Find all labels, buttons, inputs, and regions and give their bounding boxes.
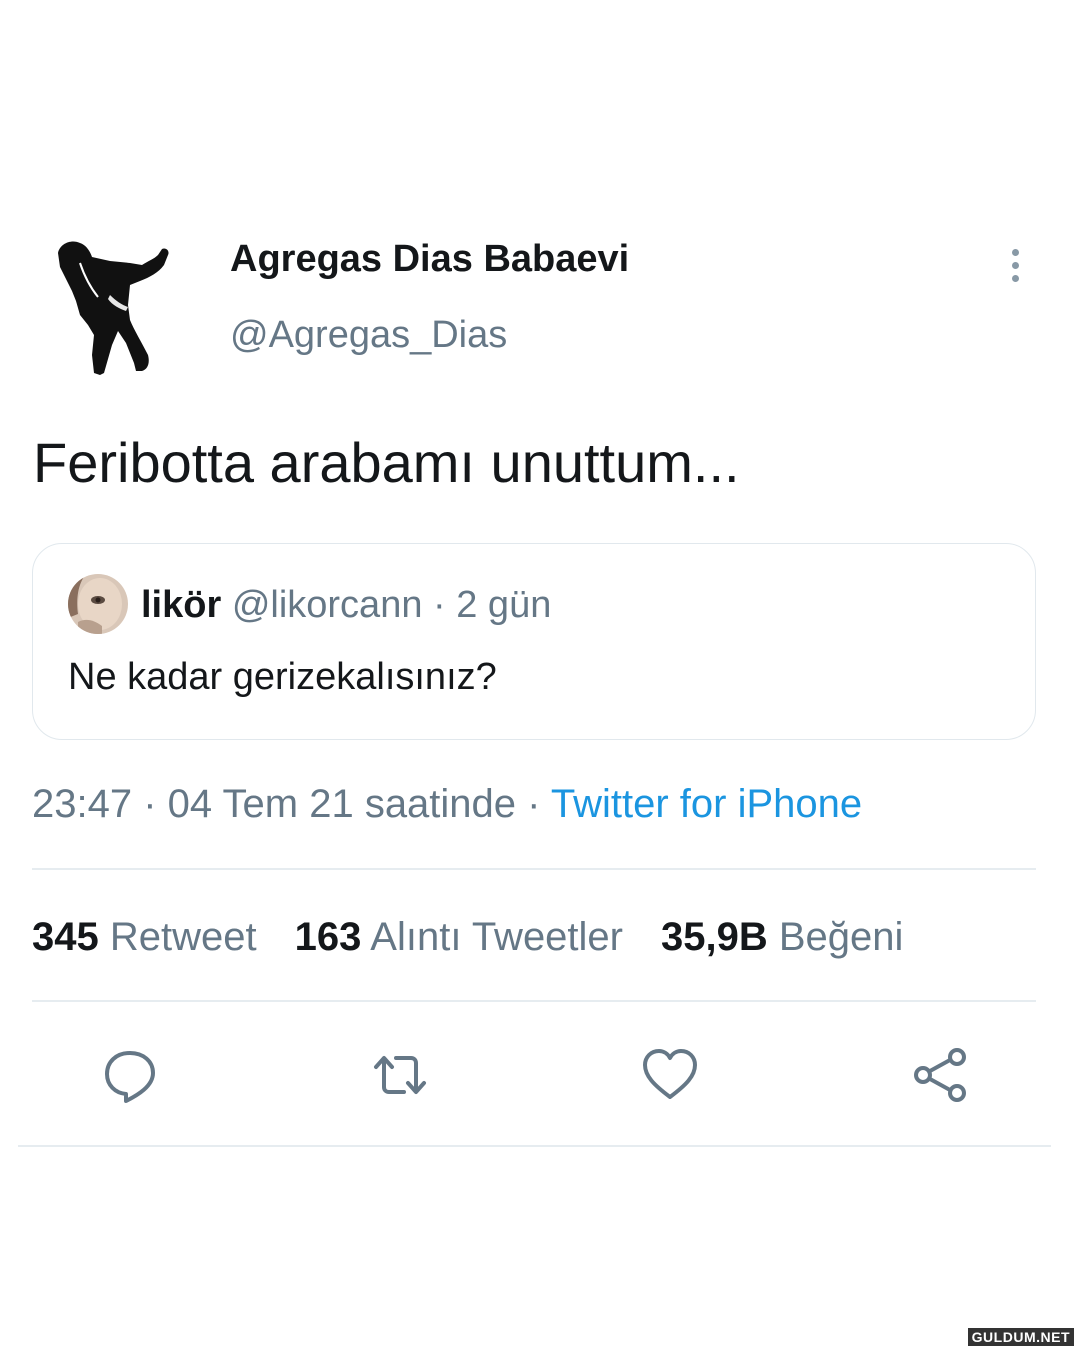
tweet-meta: 23:47 · 04 Tem 21 saatinde · Twitter for… — [32, 782, 862, 827]
retweet-button[interactable] — [370, 1045, 430, 1105]
avatar-photo-icon — [68, 574, 128, 634]
reply-button[interactable] — [100, 1045, 160, 1105]
author-avatar[interactable] — [50, 235, 180, 380]
tweet-text: Feribotta arabamı unuttum... — [33, 431, 740, 494]
tweet-source-link[interactable]: Twitter for iPhone — [551, 782, 862, 826]
quoted-author-handle[interactable]: @likorcann — [232, 584, 423, 626]
quotes-label: Alıntı Tweetler — [370, 915, 623, 959]
quoted-time: · 2 gün — [433, 584, 552, 626]
likes-stat[interactable]: 35,9B Beğeni — [661, 915, 903, 960]
divider — [32, 1000, 1036, 1002]
retweets-stat[interactable]: 345 Retweet — [32, 915, 257, 960]
like-icon — [643, 1049, 697, 1099]
divider — [32, 868, 1036, 870]
quotes-count: 163 — [294, 915, 362, 959]
more-dot — [1011, 261, 1019, 269]
quoted-author-avatar[interactable] — [68, 574, 128, 634]
like-button[interactable] — [640, 1045, 700, 1105]
more-options-button[interactable] — [995, 240, 1035, 290]
quoted-tweet-text: Ne kadar gerizekalısınız? — [68, 656, 497, 698]
watermark: GULDUM.NET — [967, 1328, 1074, 1346]
quoted-header: likör @likorcann · 2 gün — [141, 584, 551, 627]
quoted-tweet-card[interactable]: likör @likorcann · 2 gün Ne kadar gerize… — [32, 543, 1036, 740]
reply-icon — [105, 1051, 155, 1103]
dancing-silhouette-icon — [58, 241, 169, 375]
likes-count: 35,9B — [661, 915, 768, 959]
quotes-stat[interactable]: 163 Alıntı Tweetler — [295, 915, 623, 960]
author-handle[interactable]: @Agregas_Dias — [230, 314, 507, 357]
author-display-name[interactable]: Agregas Dias Babaevi — [230, 238, 629, 281]
retweets-count: 345 — [32, 915, 99, 959]
more-dot — [1011, 274, 1019, 282]
share-button[interactable] — [910, 1045, 970, 1105]
divider — [18, 1145, 1051, 1147]
share-icon — [914, 1048, 966, 1102]
quoted-author-name[interactable]: likör — [141, 584, 221, 626]
retweets-label: Retweet — [109, 915, 257, 959]
tweet-timestamp: 23:47 · 04 Tem 21 saatinde · — [32, 782, 541, 826]
retweet-icon — [374, 1056, 426, 1094]
likes-label: Beğeni — [778, 915, 904, 959]
tweet-stats: 345 Retweet 163 Alıntı Tweetler 35,9B Be… — [32, 915, 941, 960]
more-dot — [1011, 248, 1019, 256]
